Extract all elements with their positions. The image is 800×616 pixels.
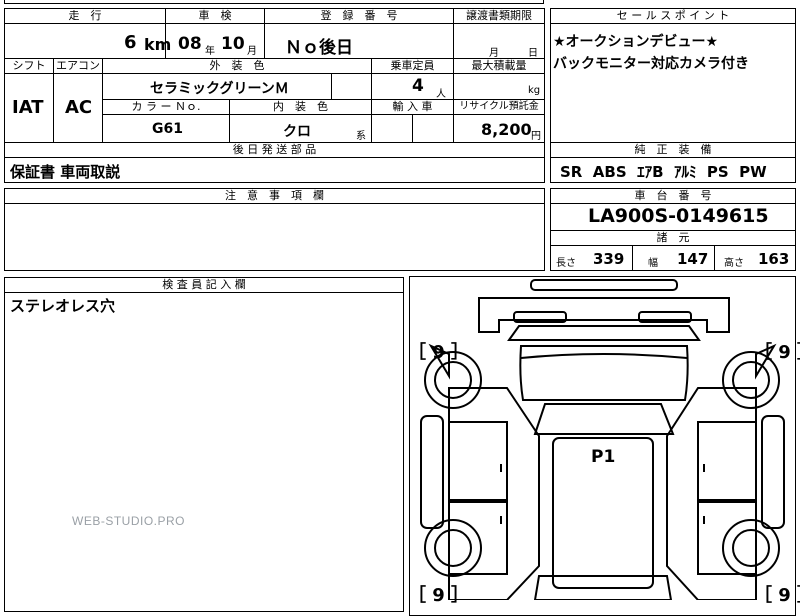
inspection-month: 10 [221,34,245,54]
right-sill [761,415,785,529]
registration-value: Ｎｏ後日 [285,38,353,58]
front-left-wheel [434,361,472,399]
front-right-wheel [732,361,770,399]
mileage-value: 6 [124,32,137,53]
left-sill [420,415,444,529]
color-no-value: G61 [152,121,183,137]
tyre-depth-front-right: ［ 9 ］ [754,342,800,363]
mileage-cell [4,23,166,59]
interior-color-header: 内 装 色 [229,99,372,115]
transfer-month-unit: 月 [489,48,499,59]
left-side-body [448,387,540,600]
windscreen-line [520,353,688,359]
inspection-header: 車 検 [165,8,265,24]
rear-right-wheel [732,529,770,567]
shift-value: IAT [12,97,44,118]
inspection-year: 08 [178,34,202,54]
recycle-unit: 円 [531,131,541,142]
front-bumper-part [530,279,678,291]
equipment-value: SR ABS ｴｱB ｱﾙﾐ PS PW [560,163,767,181]
top-stub-row [4,0,544,4]
import-header: 輸 入 車 [371,99,454,115]
capacity-value: 4 [412,76,424,96]
specs-width-label: 幅 [648,258,658,269]
later-parts-header: 後 日 発 送 部 品 [4,142,545,158]
import-cell-2 [412,114,454,143]
ac-header: エアコン [53,58,103,74]
interior-color-value: クロ [283,124,311,140]
transfer-day-unit: 日 [528,48,538,59]
sales-point-line2: バックモニター対応カメラ付き [553,56,749,72]
recycle-header: リサイクル預託金 [453,99,545,115]
max-load-unit: kg [528,85,541,96]
left-front-door [448,421,508,501]
equipment-header: 純 正 装 備 [550,142,796,158]
exterior-color-value: セラミックグリーンＭ [150,81,289,97]
specs-width-value: 147 [677,250,709,268]
exterior-color-header: 外 装 色 [102,58,372,74]
notes-cell [4,203,545,271]
capacity-unit: 人 [436,89,446,100]
rear-left-wheel [434,529,472,567]
chassis-header: 車 台 番 号 [550,188,796,204]
interior-color-suffix: 系 [356,131,366,142]
registration-header: 登 録 番 号 [264,8,454,24]
watermark: WEB-STUDIO.PRO [72,514,186,528]
sales-point-line1: ★オークションデビュー★ [553,34,719,50]
transfer-header: 譲渡書類期限 [453,8,545,24]
color-no-header: カ ラ ー Ｎｏ. [102,99,230,115]
inspector-cell [4,292,404,612]
mileage-header: 走 行 [4,8,166,24]
specs-height-label: 高さ [724,258,744,269]
inspection-month-unit: 月 [247,46,257,57]
left-rear-door [448,501,508,575]
tyre-depth-front-left: ［ 9 ］ [408,342,470,363]
specs-length-value: 339 [593,250,625,268]
sales-point-header: セ ー ル ス ポ イ ン ト [550,8,796,24]
max-load-header: 最大積載量 [453,58,545,74]
inspection-year-unit: 年 [205,46,215,57]
recycle-value: 8,200 [481,120,532,139]
right-front-door [697,421,757,501]
specs-length-label: 長さ [556,258,576,269]
tyre-depth-rear-left: ［ 9 ］ [408,585,470,606]
capacity-header: 乗車定員 [371,58,454,74]
roof-front-part [533,403,675,435]
car-diagram [420,279,785,600]
specs-height-value: 163 [758,250,790,268]
notes-header: 注 意 事 項 欄 [4,188,545,204]
tyre-depth-rear-right: ［ 9 ］ [754,585,800,606]
later-parts-value: 保証書 車両取説 [10,163,121,181]
import-cell-1 [371,114,413,143]
center-damage-mark: P1 [591,447,616,467]
chassis-value: LA900S-0149615 [588,205,769,227]
right-side-body [666,387,757,600]
inspector-header: 検 査 員 記 入 欄 [4,277,404,293]
exterior-color-extra-cell [331,73,372,100]
inspector-value: ステレオレス穴 [10,297,116,315]
shift-header: シフト [4,58,54,74]
specs-header: 諸 元 [550,230,796,246]
ac-value: AC [65,97,93,118]
bonnet-part [507,325,701,341]
